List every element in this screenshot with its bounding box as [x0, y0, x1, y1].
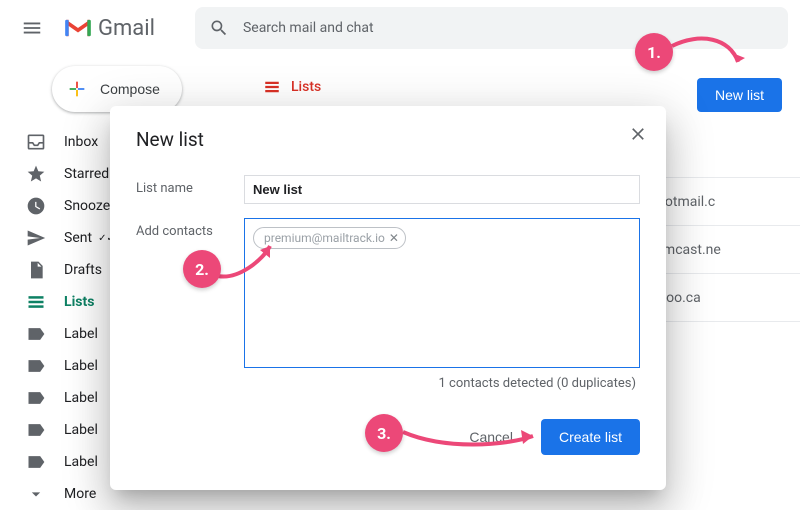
sidebar-item-label[interactable]: Label [10, 318, 245, 350]
lists-icon [26, 292, 46, 312]
lists-table: e List 3 contacts solomon@hotmail.c payn… [245, 130, 800, 322]
label-icon [26, 452, 46, 472]
table-row[interactable]: solomon@hotmail.c [245, 178, 800, 226]
sidebar-item-snoozed[interactable]: Snoozed [10, 190, 245, 222]
sidebar-item-label[interactable]: Label [10, 446, 245, 478]
sidebar-item-label[interactable]: Label [10, 350, 245, 382]
sidebar-label: Starred [64, 166, 109, 182]
star-icon [26, 164, 46, 184]
table-header: e List 3 contacts [245, 130, 800, 178]
sidebar-item-lists[interactable]: Lists [10, 286, 245, 318]
sidebar-item-starred[interactable]: Starred [10, 158, 245, 190]
app-header: Gmail Search mail and chat [0, 0, 800, 56]
label-icon [26, 388, 46, 408]
compose-button[interactable]: Compose [52, 66, 182, 112]
row-email: payned@comcast.ne [590, 242, 800, 258]
gmail-icon [64, 17, 92, 39]
main-content: Lists New list e List 3 contacts solomon… [245, 56, 800, 507]
label-icon [26, 324, 46, 344]
search-placeholder: Search mail and chat [243, 20, 374, 36]
sidebar-item-sent[interactable]: Sent ✓✓ [10, 222, 245, 254]
row-email: dsugal@yahoo.ca [590, 290, 800, 306]
label-icon [26, 356, 46, 376]
lists-icon [263, 78, 281, 96]
sidebar-label: Label [64, 358, 98, 374]
sidebar-label: Drafts [64, 262, 102, 278]
app-name: Gmail [98, 16, 155, 41]
sidebar-item-inbox[interactable]: Inbox [10, 126, 245, 158]
hamburger-icon [21, 17, 43, 39]
sidebar-label: Sent [64, 230, 92, 246]
col-contacts: 3 contacts [480, 146, 590, 162]
expand-icon [26, 484, 46, 504]
file-icon [26, 260, 46, 280]
sidebar-label: Label [64, 454, 98, 470]
compose-label: Compose [100, 81, 160, 97]
sidebar-label: Snoozed [64, 198, 118, 214]
sidebar-label: Inbox [64, 134, 98, 150]
new-list-button[interactable]: New list [697, 78, 782, 112]
gmail-logo[interactable]: Gmail [64, 16, 155, 41]
sidebar-label: Label [64, 390, 98, 406]
sidebar-item-label[interactable]: Label [10, 382, 245, 414]
sidebar-label: Label [64, 326, 98, 342]
annotation-badge-1: 1. [635, 33, 673, 71]
sent-checkmarks: ✓✓ [98, 233, 115, 244]
nav-list: Inbox Starred Snoozed Sent ✓✓ Drafts [10, 126, 245, 510]
sidebar-item-more[interactable]: More [10, 478, 245, 510]
clock-icon [26, 196, 46, 216]
sidebar-item-label[interactable]: Label [10, 414, 245, 446]
sidebar-label: More [64, 486, 96, 502]
plus-icon [66, 78, 88, 100]
annotation-badge-3: 3. [365, 414, 403, 452]
send-icon [26, 228, 46, 248]
search-bar[interactable]: Search mail and chat [195, 7, 788, 49]
sidebar-label: Lists [64, 294, 94, 310]
col-name: e List [263, 146, 480, 162]
table-row[interactable]: dsugal@yahoo.ca [245, 274, 800, 322]
inbox-icon [26, 132, 46, 152]
section-label: Lists [291, 79, 321, 95]
label-icon [26, 420, 46, 440]
annotation-badge-2: 2. [183, 250, 221, 288]
sidebar-label: Label [64, 422, 98, 438]
table-row[interactable]: payned@comcast.ne [245, 226, 800, 274]
search-icon [209, 18, 229, 38]
row-email: solomon@hotmail.c [590, 194, 800, 210]
menu-button[interactable] [12, 8, 52, 48]
